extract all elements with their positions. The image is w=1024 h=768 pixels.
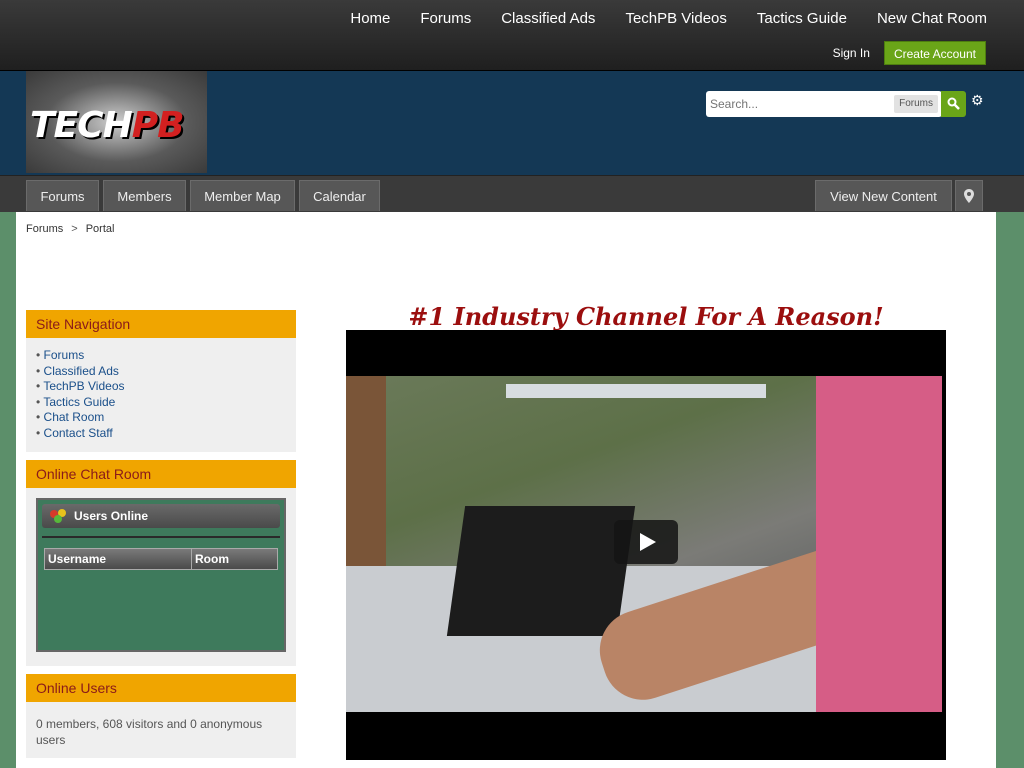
map-pin-button[interactable] <box>955 180 983 211</box>
user-links: Sign In Create Account <box>833 41 986 65</box>
tab-calendar[interactable]: Calendar <box>299 180 380 211</box>
list-item: • Classified Ads <box>36 363 119 378</box>
sidebar: Site Navigation • Forums • Classified Ad… <box>26 310 296 766</box>
site-nav-tactics-guide[interactable]: Tactics Guide <box>43 395 115 409</box>
online-users-title: Online Users <box>26 673 296 702</box>
top-nav-new-chat-room[interactable]: New Chat Room <box>862 0 1002 38</box>
online-users-block: Online Users 0 members, 608 visitors and… <box>26 673 296 758</box>
tab-member-map[interactable]: Member Map <box>190 180 295 211</box>
top-nav-techpb-videos[interactable]: TechPB Videos <box>610 0 741 38</box>
users-group-icon <box>50 508 66 523</box>
top-nav-tactics-guide[interactable]: Tactics Guide <box>742 0 862 38</box>
content-area: Forums > Portal Site Navigation • Forums… <box>16 212 996 768</box>
top-nav-classified-ads[interactable]: Classified Ads <box>486 0 610 38</box>
column-header-room[interactable]: Room <box>192 548 277 569</box>
site-nav-techpb-videos[interactable]: TechPB Videos <box>43 379 124 393</box>
chat-widget: Users Online Username Room <box>36 497 286 652</box>
site-nav-contact-staff[interactable]: Contact Staff <box>44 426 113 440</box>
chat-divider <box>42 535 280 538</box>
search-button[interactable] <box>941 91 966 117</box>
search-input[interactable] <box>706 91 886 117</box>
main-tab-bar: Forums Members Member Map Calendar View … <box>0 175 1024 212</box>
page-headline: #1 Industry Channel For A Reason! <box>408 302 884 331</box>
breadcrumb-portal: Portal <box>85 223 115 235</box>
video-player[interactable] <box>346 330 946 760</box>
create-account-button[interactable]: Create Account <box>883 41 986 65</box>
list-item: • Contact Staff <box>36 425 113 440</box>
thumbnail-shirt <box>816 376 942 712</box>
site-navigation-list: • Forums • Classified Ads • TechPB Video… <box>26 338 296 452</box>
view-new-content-button[interactable]: View New Content <box>815 180 952 211</box>
chat-users-online-header: Users Online <box>42 503 280 528</box>
site-nav-chat-room[interactable]: Chat Room <box>44 410 105 424</box>
chat-wrapper: Users Online Username Room <box>26 488 296 666</box>
chat-users-online-label: Users Online <box>74 508 149 523</box>
top-navigation: Home Forums Classified Ads TechPB Videos… <box>335 0 1002 38</box>
online-users-summary: 0 members, 608 visitors and 0 anonymous … <box>36 716 263 747</box>
site-nav-forums[interactable]: Forums <box>44 348 85 362</box>
column-header-username[interactable]: Username <box>45 548 192 569</box>
site-logo[interactable]: TECHPB <box>26 71 207 173</box>
tab-members[interactable]: Members <box>103 180 186 211</box>
top-bar: Home Forums Classified Ads TechPB Videos… <box>0 0 1024 71</box>
thumbnail-banner <box>506 384 766 398</box>
branding-bar: TECHPB Forums ⚙ <box>0 71 1024 175</box>
online-chat-room-title: Online Chat Room <box>26 459 296 488</box>
main-column: #1 Industry Channel For A Reason! <box>346 302 946 760</box>
breadcrumb: Forums > Portal <box>26 223 114 235</box>
search-scope-badge[interactable]: Forums <box>894 95 938 113</box>
sign-in-link[interactable]: Sign In <box>833 46 870 60</box>
tab-forums[interactable]: Forums <box>26 180 99 211</box>
logo-text-main: TECH <box>30 105 133 146</box>
list-item: • TechPB Videos <box>36 379 125 394</box>
breadcrumb-separator: > <box>71 223 78 235</box>
breadcrumb-forums[interactable]: Forums <box>26 223 63 235</box>
list-item: • Tactics Guide <box>36 394 116 409</box>
site-nav-classified-ads[interactable]: Classified Ads <box>44 364 119 378</box>
search-icon <box>947 97 960 110</box>
map-pin-icon <box>964 189 974 203</box>
list-item: • Chat Room <box>36 410 105 425</box>
top-nav-home[interactable]: Home <box>335 0 405 38</box>
top-nav-forums[interactable]: Forums <box>405 0 486 38</box>
video-play-icon[interactable] <box>614 520 678 564</box>
logo-text-accent: PB <box>131 105 185 146</box>
logo-text: TECHPB <box>30 105 185 146</box>
online-chat-room-block: Online Chat Room Users Online Username R… <box>26 459 296 666</box>
search-options-gear-icon[interactable]: ⚙ <box>971 93 985 107</box>
site-navigation-title: Site Navigation <box>26 310 296 338</box>
site-navigation-block: Site Navigation • Forums • Classified Ad… <box>26 310 296 452</box>
thumbnail-product-box <box>446 506 636 636</box>
chat-users-table-header: Username Room <box>44 547 278 570</box>
search-box: Forums <box>706 91 942 117</box>
list-item: • Forums <box>36 348 85 362</box>
